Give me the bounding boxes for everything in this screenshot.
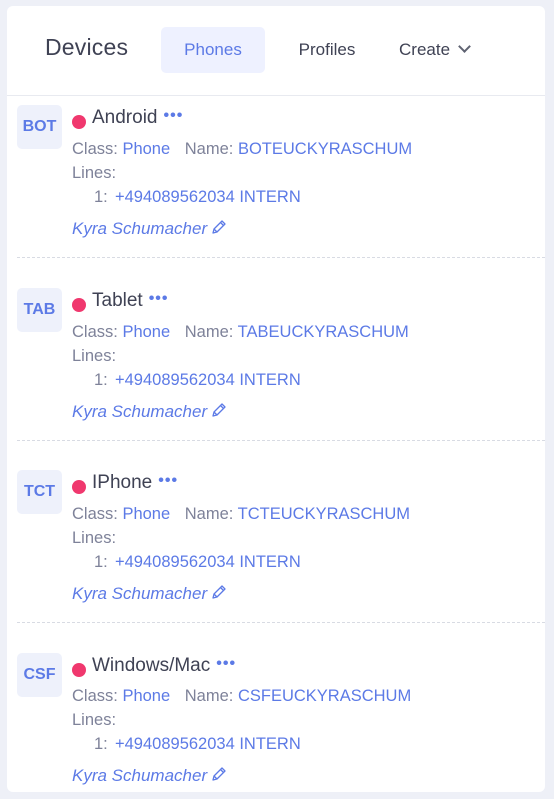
- owner-link[interactable]: Kyra Schumacher: [72, 583, 228, 604]
- tab-profiles[interactable]: Profiles: [277, 27, 377, 73]
- owner-name: Kyra Schumacher: [72, 766, 208, 785]
- device-name-label: Windows/Mac: [92, 655, 211, 676]
- owner-link[interactable]: Kyra Schumacher: [72, 401, 228, 422]
- more-options-icon[interactable]: •••: [158, 472, 178, 490]
- more-options-icon[interactable]: •••: [164, 107, 184, 125]
- tab-phones[interactable]: Phones: [161, 27, 265, 73]
- name-label: Name:: [184, 687, 234, 705]
- owner-name: Kyra Schumacher: [72, 219, 208, 238]
- status-dot-icon: [72, 298, 86, 312]
- device-badge: BOT: [17, 105, 62, 149]
- owner-name: Kyra Schumacher: [72, 584, 208, 603]
- owner-name: Kyra Schumacher: [72, 402, 208, 421]
- owner-link[interactable]: Kyra Schumacher: [72, 218, 228, 239]
- page-title: Devices: [45, 34, 129, 60]
- pencil-icon[interactable]: [210, 401, 228, 419]
- more-options-icon[interactable]: •••: [216, 655, 236, 673]
- more-options-icon[interactable]: •••: [149, 290, 169, 308]
- line-index: 1:: [94, 735, 108, 753]
- device-class-row: Class: Phone Name: BOTEUCKYRASCHUM: [72, 140, 412, 159]
- divider: [17, 257, 545, 258]
- line-index: 1:: [94, 188, 108, 206]
- device-badge: CSF: [17, 653, 62, 697]
- divider: [17, 622, 545, 623]
- line-index: 1:: [94, 371, 108, 389]
- device-badge: TAB: [17, 288, 62, 332]
- class-value[interactable]: Phone: [122, 323, 170, 341]
- line-number-link[interactable]: +494089562034 INTERN: [115, 553, 301, 572]
- device-class-row: Class: Phone Name: TCTEUCKYRASCHUM: [72, 505, 410, 524]
- status-dot-icon: [72, 480, 86, 494]
- device-class-row: Class: Phone Name: CSFEUCKYRASCHUM: [72, 687, 411, 706]
- name-value[interactable]: BOTEUCKYRASCHUM: [238, 140, 412, 158]
- device-class-row: Class: Phone Name: TABEUCKYRASCHUM: [72, 323, 409, 342]
- line-number-link[interactable]: +494089562034 INTERN: [115, 188, 301, 207]
- class-label: Class:: [72, 505, 118, 523]
- class-value[interactable]: Phone: [122, 140, 170, 158]
- owner-link[interactable]: Kyra Schumacher: [72, 765, 228, 786]
- status-dot-icon: [72, 115, 86, 129]
- pencil-icon[interactable]: [210, 218, 228, 236]
- device-name: Tablet •••: [92, 290, 169, 312]
- device-badge: TCT: [17, 470, 62, 514]
- name-value[interactable]: CSFEUCKYRASCHUM: [238, 687, 411, 705]
- status-dot-icon: [72, 663, 86, 677]
- name-value[interactable]: TABEUCKYRASCHUM: [238, 323, 409, 341]
- pencil-icon[interactable]: [210, 583, 228, 601]
- class-value[interactable]: Phone: [122, 687, 170, 705]
- device-name: IPhone •••: [92, 472, 178, 494]
- divider: [17, 440, 545, 441]
- device-name-label: IPhone: [92, 472, 153, 493]
- line-index: 1:: [94, 553, 108, 571]
- class-label: Class:: [72, 323, 118, 341]
- class-label: Class:: [72, 687, 118, 705]
- tab-create-label: Create: [399, 40, 451, 59]
- name-label: Name:: [184, 323, 234, 341]
- name-label: Name:: [184, 140, 234, 158]
- lines-label: Lines:: [72, 164, 117, 182]
- lines-label: Lines:: [72, 529, 117, 547]
- device-name-label: Android: [92, 107, 158, 128]
- devices-header: Devices Phones Profiles Create: [7, 6, 545, 96]
- device-name: Android •••: [92, 107, 183, 129]
- name-value[interactable]: TCTEUCKYRASCHUM: [238, 505, 410, 523]
- line-number-link[interactable]: +494089562034 INTERN: [115, 735, 301, 754]
- chevron-down-icon: [458, 40, 471, 53]
- lines-label: Lines:: [72, 347, 117, 365]
- name-label: Name:: [184, 505, 234, 523]
- class-label: Class:: [72, 140, 118, 158]
- lines-label: Lines:: [72, 711, 117, 729]
- class-value[interactable]: Phone: [122, 505, 170, 523]
- tab-create[interactable]: Create: [399, 27, 499, 73]
- device-name: Windows/Mac •••: [92, 655, 236, 677]
- devices-card: Devices Phones Profiles Create BOT Andro…: [7, 6, 545, 792]
- pencil-icon[interactable]: [210, 765, 228, 783]
- device-name-label: Tablet: [92, 290, 143, 311]
- line-number-link[interactable]: +494089562034 INTERN: [115, 371, 301, 390]
